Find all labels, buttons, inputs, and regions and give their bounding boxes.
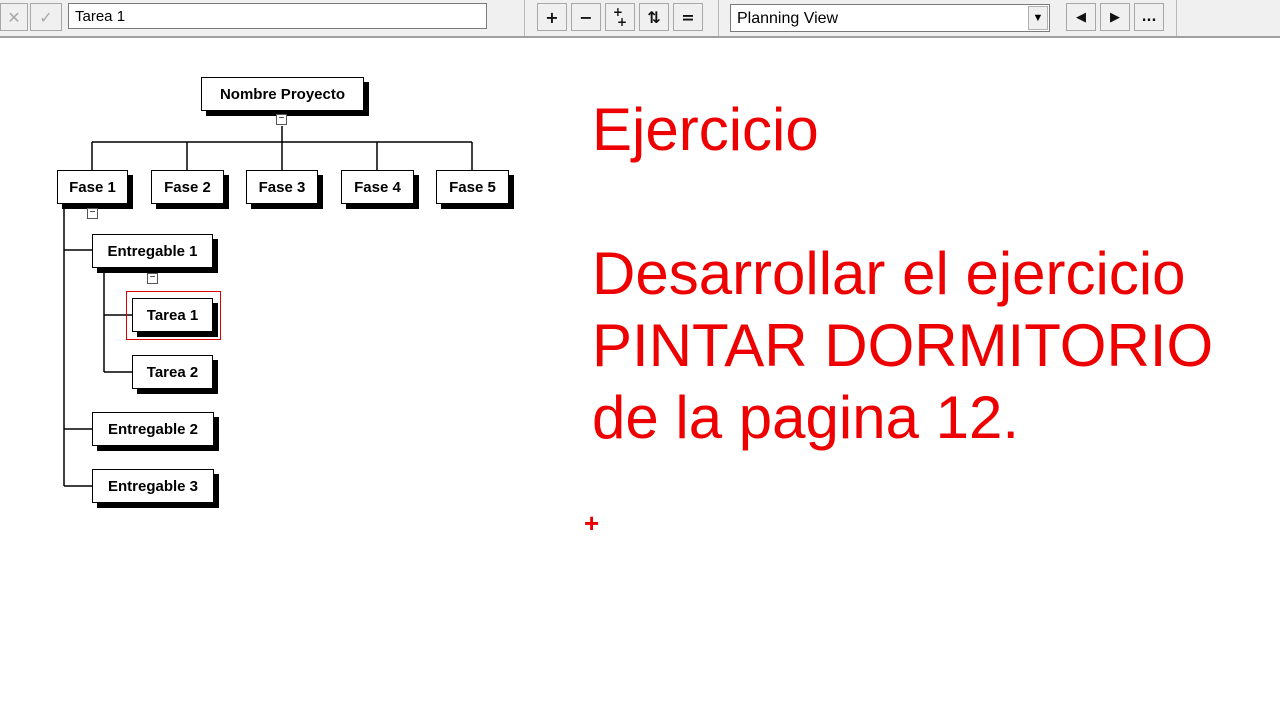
move-up-down-button[interactable]: ⇅ bbox=[639, 3, 669, 31]
wbs-phase-node[interactable]: Fase 4 bbox=[341, 170, 414, 204]
wbs-node-label: Tarea 1 bbox=[146, 306, 199, 324]
collapse-toggle-icon[interactable]: − bbox=[147, 273, 158, 284]
wbs-phase-node[interactable]: Fase 5 bbox=[436, 170, 509, 204]
wbs-node-label: Fase 4 bbox=[354, 178, 401, 196]
wbs-node-label: Fase 2 bbox=[164, 178, 211, 196]
view-select[interactable]: Planning View ▼ bbox=[730, 4, 1050, 32]
check-icon: ✓ bbox=[39, 7, 53, 27]
wbs-node-label: Tarea 2 bbox=[146, 363, 199, 381]
confirm-button[interactable]: ✓ bbox=[30, 3, 62, 31]
arrows-updown-icon: ⇅ bbox=[647, 7, 661, 27]
note-line: Desarrollar el ejercicio bbox=[592, 240, 1186, 307]
close-icon: ✕ bbox=[7, 7, 21, 27]
wbs-task-node[interactable]: Tarea 2 bbox=[132, 355, 213, 389]
toolbar: ✕ ✓ + − + + ⇅ = Planning View ▼ ◀ ▶ ... bbox=[0, 0, 1280, 38]
triangle-right-icon: ▶ bbox=[1110, 9, 1120, 25]
view-select-value: Planning View bbox=[737, 10, 839, 27]
ellipsis-icon: ... bbox=[1141, 9, 1157, 25]
wbs-phase-node[interactable]: Fase 2 bbox=[151, 170, 224, 204]
more-button[interactable]: ... bbox=[1134, 3, 1164, 31]
cancel-button[interactable]: ✕ bbox=[0, 3, 28, 31]
collapse-all-button[interactable]: = bbox=[673, 3, 703, 31]
toolbar-divider bbox=[1176, 0, 1177, 36]
collapse-toggle-icon[interactable]: − bbox=[87, 208, 98, 219]
wbs-task-node[interactable]: Tarea 1 bbox=[132, 298, 213, 332]
wbs-node-label: Fase 3 bbox=[258, 178, 306, 196]
minus-lines-icon: = bbox=[681, 7, 695, 27]
wbs-node-label: Entregable 2 bbox=[107, 420, 199, 438]
wbs-phase-node[interactable]: Fase 1 bbox=[57, 170, 128, 204]
remove-button[interactable]: − bbox=[571, 3, 601, 31]
note-line: de la pagina 12. bbox=[592, 384, 1020, 451]
wbs-node-label: Fase 5 bbox=[449, 178, 496, 196]
next-button[interactable]: ▶ bbox=[1100, 3, 1130, 31]
task-name-input[interactable] bbox=[68, 3, 487, 29]
plus-plus-icon: + + bbox=[612, 5, 628, 29]
prev-button[interactable]: ◀ bbox=[1066, 3, 1096, 31]
minus-icon: − bbox=[579, 7, 593, 27]
add-button[interactable]: + bbox=[537, 3, 567, 31]
wbs-deliverable-node[interactable]: Entregable 3 bbox=[92, 469, 214, 503]
wbs-node-label: Fase 1 bbox=[69, 178, 116, 196]
wbs-deliverable-node[interactable]: Entregable 1 bbox=[92, 234, 213, 268]
wbs-node-label: Entregable 3 bbox=[107, 477, 199, 495]
wbs-phase-node[interactable]: Fase 3 bbox=[246, 170, 318, 204]
toolbar-divider bbox=[718, 0, 719, 36]
wbs-deliverable-node[interactable]: Entregable 2 bbox=[92, 412, 214, 446]
collapse-toggle-icon[interactable]: − bbox=[276, 114, 287, 125]
note-title: Ejercicio bbox=[592, 96, 819, 163]
plus-icon: + bbox=[545, 7, 559, 27]
wbs-node-label: Entregable 1 bbox=[107, 242, 198, 260]
note-line: PINTAR DORMITORIO bbox=[592, 312, 1214, 379]
wbs-root-node[interactable]: Nombre Proyecto bbox=[201, 77, 364, 111]
chevron-down-icon[interactable]: ▼ bbox=[1028, 6, 1048, 30]
crosshair-cursor-icon: + bbox=[584, 508, 600, 538]
toolbar-divider bbox=[524, 0, 525, 36]
insert-child-button[interactable]: + + bbox=[605, 3, 635, 31]
wbs-node-label: Nombre Proyecto bbox=[219, 85, 346, 103]
triangle-left-icon: ◀ bbox=[1076, 9, 1086, 25]
wbs-chart: Nombre Proyecto − Fase 1 Fase 2 Fase 3 F… bbox=[0, 38, 560, 538]
